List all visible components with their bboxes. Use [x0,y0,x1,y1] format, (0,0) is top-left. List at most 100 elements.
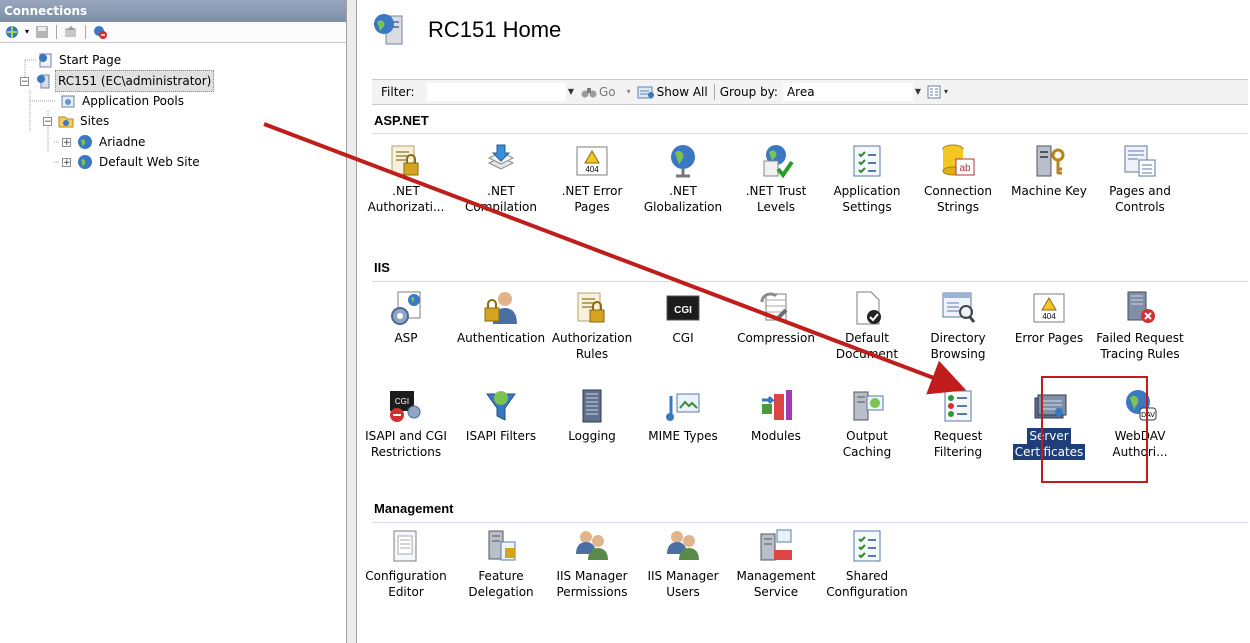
feature-net-globalization[interactable]: .NET Globalization [638,143,728,215]
view-button[interactable] [927,85,941,99]
tree-item-start-page[interactable]: Start Page [37,50,123,70]
connection-strings-icon: ab [940,143,976,179]
group-divider [372,522,1248,523]
tree-item-label: RC151 (EC\administrator) [55,70,215,92]
tree-item-ariadne[interactable]: + Ariadne [62,132,147,152]
filter-input[interactable] [427,83,566,101]
group-by-label: Group by: [719,85,778,99]
collapse-icon[interactable]: − [43,116,52,126]
feature-modules[interactable]: Modules [731,388,821,444]
feature-label-line2: Rules [575,347,609,361]
collapse-icon[interactable]: − [20,76,29,86]
page-title: RC151 Home [428,17,562,42]
request-filtering-icon [940,388,976,424]
feature-isapi-cgi[interactable]: CGI ISAPI and CGI Restrictions [361,388,451,460]
feature-asp[interactable]: ASP [361,290,451,346]
feature-application-settings[interactable]: Application Settings [822,143,912,215]
feature-label-line1: Machine Key [1011,184,1087,198]
feature-label-line2: Strings [936,200,980,214]
feature-label-line1: Connection [924,184,992,198]
feature-net-error-pages[interactable]: 404 .NET Error Pages [547,143,637,215]
group-header-management: Management [374,501,454,516]
go-button[interactable]: Go [581,85,616,99]
feature-iis-manager-permissions[interactable]: IIS Manager Permissions [547,528,637,600]
feature-label: Shared Configuration [822,568,912,600]
up-level-icon[interactable] [63,24,79,40]
mime-types-icon [665,388,701,424]
feature-label: ASP [361,330,451,346]
feature-error-pages[interactable]: 404 Error Pages [1004,290,1094,346]
binoculars-icon [581,85,597,99]
feature-label-line1: ISAPI Filters [465,429,537,443]
save-icon[interactable] [34,24,50,40]
feature-label-line1: Management [736,569,816,583]
feature-shared-configuration[interactable]: Shared Configuration [822,528,912,600]
svg-text:CGI: CGI [395,397,409,406]
tree-item-default-web-site[interactable]: + Default Web Site [62,152,202,172]
tree-item-sites[interactable]: − Sites [43,111,111,131]
feature-net-trust-levels[interactable]: .NET Trust Levels [731,143,821,215]
feature-default-document[interactable]: Default Document [822,290,912,362]
group-header-iis: IIS [374,260,390,275]
feature-machine-key[interactable]: Machine Key [1004,143,1094,199]
feature-feature-delegation[interactable]: Feature Delegation [456,528,546,600]
feature-cgi[interactable]: CGI CGI [638,290,728,346]
disconnect-icon[interactable] [92,24,108,40]
feature-label-line2: Users [666,585,700,599]
group-by-dropdown-icon[interactable]: ▼ [913,87,923,97]
connect-globe-icon[interactable] [4,24,20,40]
group-divider [372,281,1248,282]
feature-output-caching[interactable]: Output Caching [822,388,912,460]
panel-splitter[interactable] [347,0,357,643]
feature-directory-browsing[interactable]: Directory Browsing [913,290,1003,362]
tree-item-application-pools[interactable]: Application Pools [60,91,186,111]
iis-manager-permissions-icon [574,528,610,564]
feature-label: Configuration Editor [361,568,451,600]
application-settings-icon [849,143,885,179]
group-by-select[interactable]: Area [782,83,913,101]
isapi-cgi-icon: CGI [388,388,424,424]
feature-management-service[interactable]: Management Service [731,528,821,600]
start-page-icon [37,52,53,68]
feature-failed-request[interactable]: Failed Request Tracing Rules [1095,290,1185,362]
feature-connection-strings[interactable]: ab Connection Strings [913,143,1003,215]
go-label: Go [599,85,616,99]
feature-authorization-rules[interactable]: Authorization Rules [547,290,637,362]
feature-label-line2: Settings [842,200,892,214]
feature-net-authorization[interactable]: .NET Authorizati... [361,143,451,215]
view-icon [927,85,941,99]
feature-label-line2: Browsing [930,347,986,361]
feature-label-line1: Failed Request [1096,331,1184,345]
feature-label: Feature Delegation [456,568,546,600]
feature-iis-manager-users[interactable]: IIS Manager Users [638,528,728,600]
tree-item-label: Start Page [59,53,122,67]
go-dropdown-icon[interactable]: ▾ [624,87,634,97]
expand-icon[interactable]: + [62,157,71,167]
feature-pages-controls[interactable]: Pages and Controls [1095,143,1185,215]
feature-logging[interactable]: Logging [547,388,637,444]
feature-isapi-filters[interactable]: ISAPI Filters [456,388,546,444]
feature-label: .NET Authorizati... [361,183,451,215]
tree-item-label: Default Web Site [99,155,200,169]
svg-text:CGI: CGI [674,305,692,316]
highlight-box [1041,376,1148,483]
feature-net-compilation[interactable]: .NET Compilation [456,143,546,215]
feature-label: Connection Strings [913,183,1003,215]
show-all-button[interactable]: Show All [637,85,708,99]
feature-configuration-editor[interactable]: Configuration Editor [361,528,451,600]
expand-icon[interactable]: + [62,137,71,147]
output-caching-icon [849,388,885,424]
feature-label-line1: Pages and [1109,184,1171,198]
connect-dropdown-icon[interactable]: ▾ [24,24,30,40]
feature-request-filtering[interactable]: Request Filtering [913,388,1003,460]
feature-label: .NET Globalization [638,183,728,215]
feature-compression[interactable]: Compression [731,290,821,346]
feature-label-line1: IIS Manager [556,569,628,583]
feature-mime-types[interactable]: MIME Types [638,388,728,444]
view-dropdown-icon[interactable]: ▾ [941,87,951,97]
feature-label-line1: Compression [737,331,815,345]
filter-dropdown-icon[interactable]: ▼ [566,87,576,97]
feature-authentication[interactable]: Authentication [456,290,546,346]
tree-item-server[interactable]: − RC151 (EC\administrator) [20,70,215,92]
feature-label-line2: Filtering [933,445,983,459]
